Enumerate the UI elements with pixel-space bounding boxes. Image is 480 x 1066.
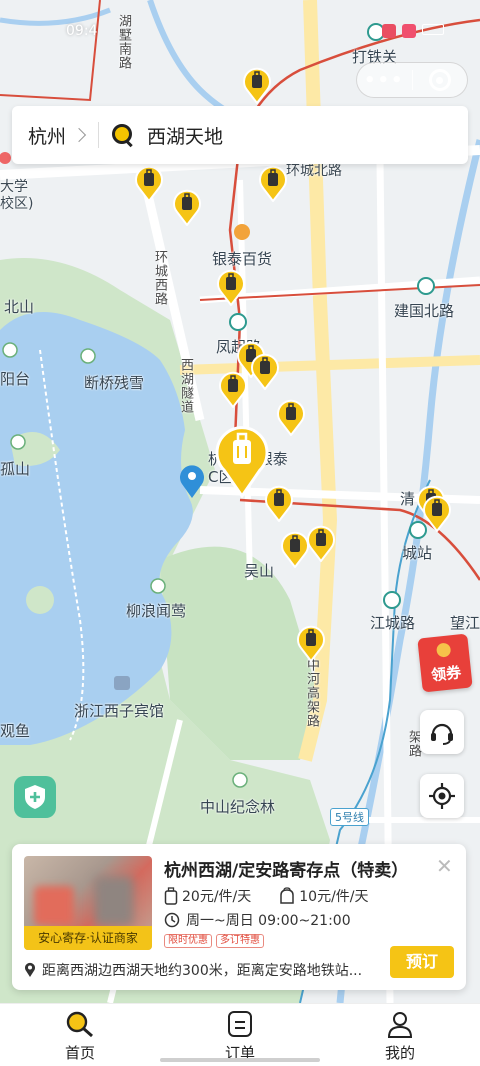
price-row: 20元/件/天 10元/件/天 [164,886,397,906]
map-label-duanqiao: 断桥残雪 [84,374,145,392]
price-luggage: 20元/件/天 [182,889,252,905]
map-label-liulang: 柳浪闻莺 [126,602,187,620]
book-button[interactable]: 预订 [390,946,454,978]
luggage-pin-icon[interactable] [306,524,336,562]
store-name: 杭州西湖/定安路寄存点（特卖） [164,861,409,881]
luggage-pin-icon[interactable] [296,624,326,662]
coupon-label: 领券 [430,663,463,685]
home-indicator [160,1058,320,1062]
map-label-xiaoqu: 校区) [0,196,34,212]
more-menu-icon[interactable]: ••• [357,70,412,91]
map-label-yintai-baihuo: 银泰百货 [212,250,273,268]
search-input[interactable]: 西湖天地 [147,122,223,149]
miniprogram-capsule: ••• [356,62,468,98]
nav-tab-home[interactable]: 首页 [0,1004,160,1066]
nav-label-home: 首页 [64,1044,95,1062]
luggage-pin-icon[interactable] [134,164,164,202]
luggage-pin-icon[interactable] [172,188,202,226]
battery-icon [422,24,444,35]
promo-tag: 限时优惠 [164,934,212,948]
luggage-pin-icon[interactable] [276,398,306,436]
luggage-pin-icon[interactable] [242,66,272,104]
business-hours: 周一~周日 09:00~21:00 [164,910,351,930]
certified-badge: 安心寄存·认证商家 [24,926,152,950]
safety-shield-button[interactable] [14,776,56,818]
map-label-wang: 望江 [450,614,480,632]
customer-service-button[interactable] [420,710,464,754]
price-bag: 10元/件/天 [299,889,369,905]
search-icon [111,123,135,147]
orders-icon [228,1011,252,1037]
luggage-pin-icon[interactable] [216,268,246,306]
close-miniprogram-icon[interactable] [412,69,467,91]
current-location-pin-icon [178,462,206,500]
hours-text: 周一~周日 09:00~21:00 [186,913,351,929]
coupon-seal-icon [435,642,452,658]
search-divider [98,122,100,148]
chevron-right-icon[interactable] [71,127,87,143]
clock-icon [164,912,180,928]
nav-tab-mine[interactable]: 我的 [320,1004,480,1066]
luggage-pin-icon[interactable] [218,370,248,408]
map-label-gushan: 孤山 [0,460,31,478]
home-search-icon [66,1011,93,1038]
status-icons [382,24,444,38]
road-huancheng-xi: 环城西路 [152,250,167,306]
status-time: 09:4 [66,23,98,39]
nav-label-mine: 我的 [384,1044,415,1062]
user-icon [387,1012,413,1038]
coupon-button[interactable]: 领券 [417,633,473,693]
road-xihu-suidao: 西湖隧道 [178,358,193,414]
status-bar: 09:4 [60,20,444,42]
selected-store-pin-icon[interactable] [214,424,270,498]
luggage-pin-icon[interactable] [258,164,288,202]
promo-tag: 多订特惠 [216,934,264,948]
app-notification-icon [402,24,416,38]
map-label-jiangcheng: 江城路 [370,614,416,632]
nav-tab-orders[interactable]: 订单 [160,1004,320,1066]
address-text: 距离西湖边西湖天地约300米，距离定安路地铁站... [42,963,363,979]
map-label-qing: 清 [400,490,416,508]
map-label-guanyu: 观鱼 [0,722,31,740]
search-bar: 杭州 西湖天地 [12,106,468,164]
map-label-yangtai: 阳台 [0,370,31,388]
close-icon[interactable]: ✕ [436,854,453,878]
city-selector[interactable]: 杭州 [28,122,66,149]
suitcase-icon [164,887,178,905]
locate-crosshair-icon [429,783,455,809]
map-label-xizi-hotel: 浙江西子宾馆 [74,702,165,720]
bottom-nav: 首页 订单 我的 [0,1003,480,1066]
map-label-beishan: 北山 [4,298,35,316]
store-card[interactable]: 安心寄存·认证商家 杭州西湖/定安路寄存点（特卖） ✕ 20元/件/天 10元/… [12,844,466,990]
locate-me-button[interactable] [420,774,464,818]
map-label-line5: 5号线 [330,808,369,826]
location-pin-icon [25,962,35,977]
luggage-pin-icon[interactable] [250,352,280,390]
map-label-jianguo: 建国北路 [394,302,455,320]
backpack-icon [280,887,294,904]
shield-plus-icon [25,785,45,809]
map-label-wushan: 吴山 [244,562,275,580]
map-label-zhongshan: 中山纪念林 [200,798,276,816]
road-zhonghe-gaojia: 中河高架路 [304,658,319,728]
app-notification-icon [382,24,396,38]
headset-icon [431,723,453,745]
luggage-pin-icon[interactable] [422,494,452,532]
store-address: 距离西湖边西湖天地约300米，距离定安路地铁站... [24,960,362,980]
promo-tags: 限时优惠 多订特惠 [164,934,264,948]
map-label-chengzhan: 城站 [402,544,433,562]
